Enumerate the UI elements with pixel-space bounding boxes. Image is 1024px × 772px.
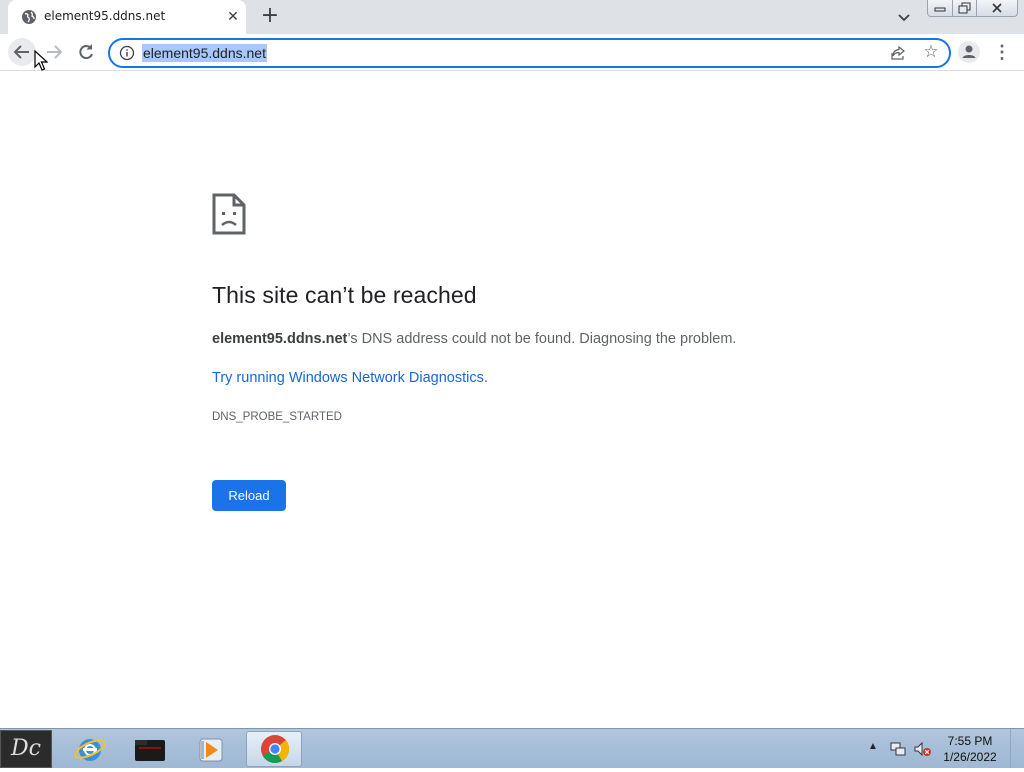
back-button[interactable] [8, 38, 36, 66]
taskbar: Dc ▲ 7:55 PM 1/26/2022 [0, 728, 1024, 768]
tab-title: element95.ddns.net [44, 9, 166, 23]
tab-active[interactable]: element95.ddns.net ✕ [8, 0, 246, 34]
clock-date[interactable]: 1/26/2022 [940, 750, 1000, 764]
minimize-button[interactable] [927, 0, 953, 17]
new-tab-button[interactable]: + [258, 5, 282, 29]
error-host: element95.ddns.net [212, 331, 348, 347]
close-tab-icon[interactable]: ✕ [224, 8, 242, 26]
show-desktop-button[interactable] [1010, 729, 1024, 768]
network-diagnostics-link[interactable]: Try running Windows Network Diagnostics [212, 370, 484, 386]
diagnostics-suffix: . [483, 370, 488, 386]
file-explorer-icon[interactable] [122, 731, 178, 767]
volume-muted-icon[interactable] [914, 741, 932, 757]
arrow-left-icon [13, 45, 29, 59]
error-title: This site can’t be reached [212, 282, 477, 308]
star-icon[interactable]: ☆ [922, 43, 940, 61]
close-window-button[interactable] [976, 0, 1018, 17]
browser-menu-button[interactable]: ⋮ [992, 41, 1012, 63]
chevron-down-icon[interactable] [896, 9, 912, 25]
clock-time[interactable]: 7:55 PM [940, 734, 1000, 748]
error-code: DNS_PROBE_STARTED [212, 411, 342, 423]
globe-icon [22, 10, 36, 24]
person-icon [962, 45, 976, 58]
media-player-icon[interactable] [183, 731, 239, 767]
reload-nav-button[interactable] [72, 38, 100, 66]
browser-toolbar: element95.ddns.net ☆ ⋮ [0, 34, 1024, 71]
chrome-icon[interactable] [246, 731, 302, 767]
info-icon[interactable] [119, 45, 135, 61]
sad-page-icon [212, 193, 246, 235]
mouse-cursor-icon [34, 50, 48, 71]
start-button[interactable]: Dc [0, 730, 52, 768]
tray-expand-icon[interactable]: ▲ [868, 741, 878, 752]
profile-avatar[interactable] [958, 41, 980, 63]
error-page: This site can’t be reached element95.ddn… [0, 71, 1024, 728]
address-bar[interactable]: element95.ddns.net ☆ [108, 38, 951, 68]
tab-strip: element95.ddns.net ✕ + [0, 0, 1024, 34]
network-icon[interactable] [890, 741, 906, 757]
error-description-text: ’s DNS address could not be found. Diagn… [347, 331, 737, 347]
url-text[interactable]: element95.ddns.net [142, 44, 267, 62]
diagnostics-line: Try running Windows Network Diagnostics. [212, 370, 488, 386]
error-description: element95.ddns.net’s DNS address could n… [212, 331, 736, 347]
share-icon[interactable] [890, 45, 906, 61]
internet-explorer-icon[interactable] [62, 731, 118, 767]
reload-icon [79, 44, 93, 60]
reload-button[interactable]: Reload [212, 480, 286, 511]
restore-button[interactable] [952, 0, 977, 17]
